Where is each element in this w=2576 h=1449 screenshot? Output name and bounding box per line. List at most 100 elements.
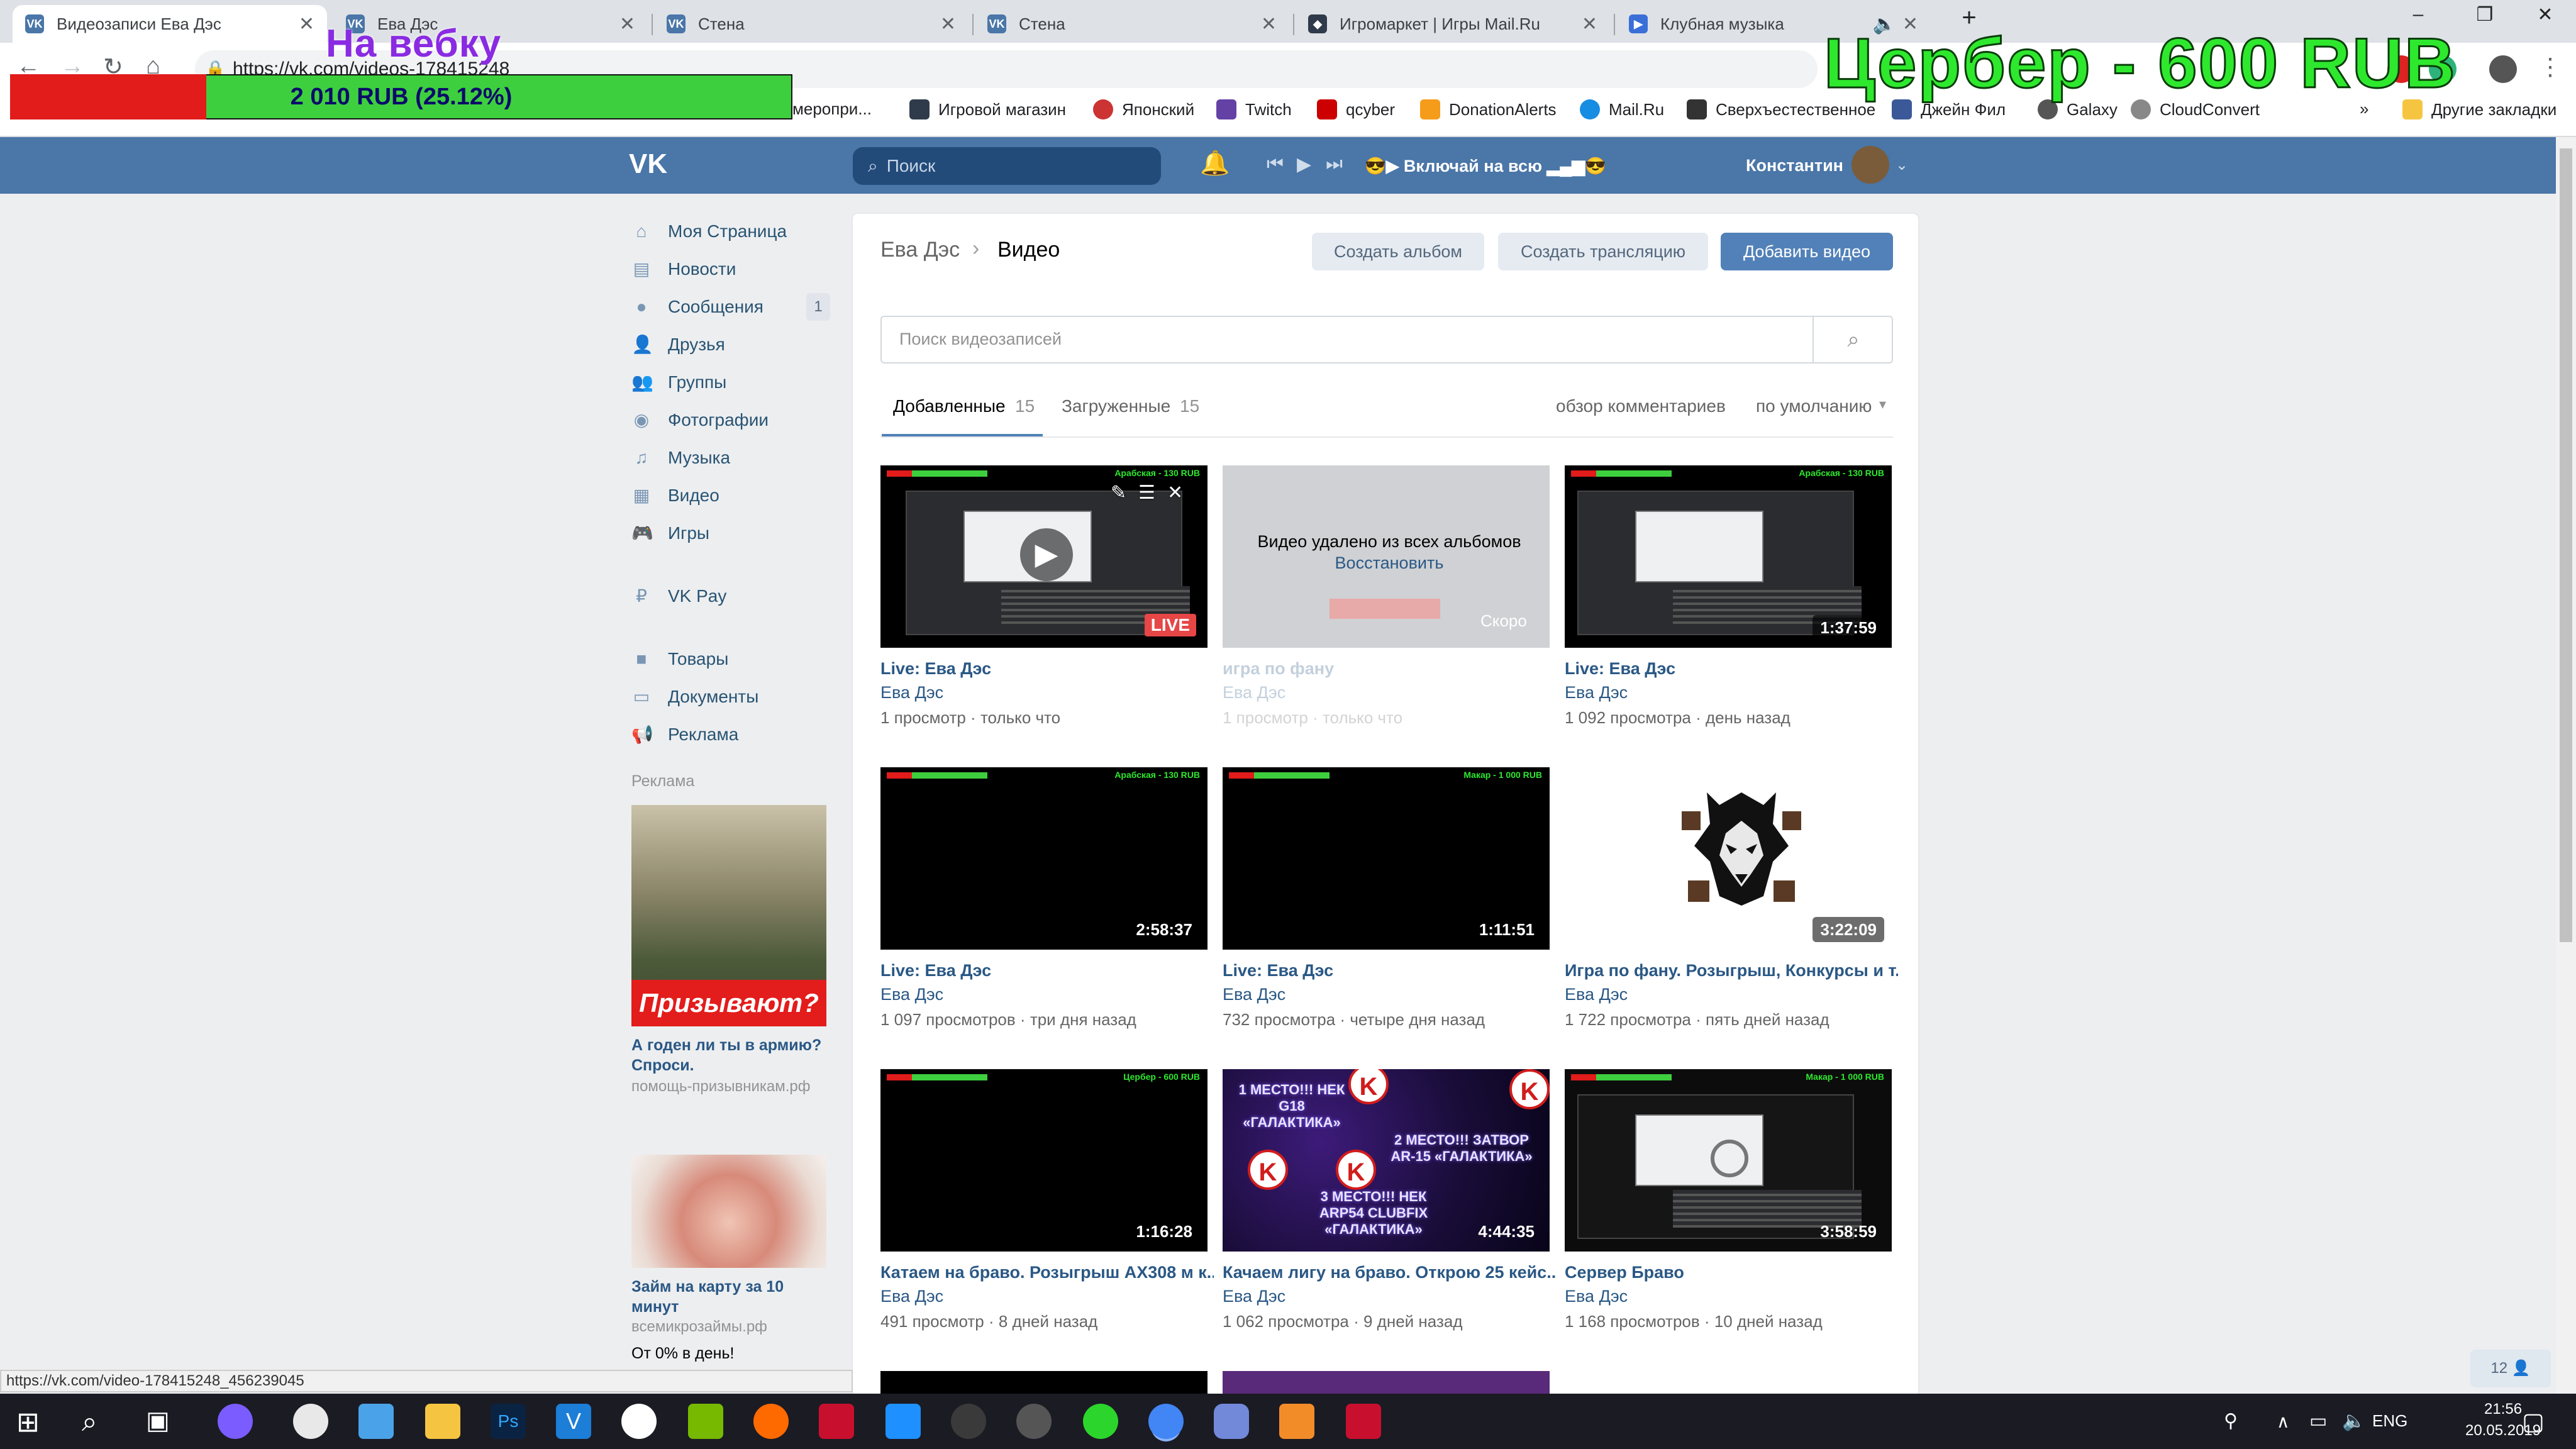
close-tab-icon[interactable]: ✕ (1261, 13, 1277, 35)
browser-tab[interactable]: VK Стена ✕ (654, 5, 969, 43)
close-tab-icon[interactable]: ✕ (1582, 13, 1597, 35)
photoshop-icon[interactable]: Ps (491, 1404, 526, 1439)
video-title[interactable]: Live: Ева Дэс (880, 961, 1214, 980)
avatar[interactable] (1852, 146, 1889, 184)
create-album-button[interactable]: Создать альбом (1312, 233, 1484, 270)
video-thumbnail[interactable]: Арабская - 130 RUB ▶ ✎ ☰ ✕ LIVE (880, 465, 1208, 648)
sort-dropdown[interactable]: по умолчанию (1756, 396, 1872, 416)
close-tab-icon[interactable]: ✕ (940, 13, 956, 35)
video-thumbnail[interactable]: Макар - 1 000 RUB 3:58:59 (1565, 1069, 1892, 1252)
close-icon[interactable]: ✕ (1167, 482, 1183, 504)
video-author[interactable]: Ева Дэс (880, 683, 943, 702)
nav-news[interactable]: ▤ Новости (631, 259, 736, 279)
nav-music[interactable]: ♫ Музыка (631, 448, 731, 468)
nav-vkpay[interactable]: ₽ VK Pay (631, 586, 726, 606)
video-author[interactable]: Ева Дэс (1223, 985, 1285, 1004)
bookmark-item[interactable]: Twitch (1216, 99, 1292, 119)
cortana-icon[interactable] (218, 1404, 253, 1439)
video-thumbnail[interactable]: 3:22:09 (1565, 767, 1892, 950)
video-author[interactable]: Ева Дэс (880, 1287, 943, 1306)
bookmark-item[interactable]: Японский (1093, 99, 1194, 119)
edit-icon[interactable]: ✎ (1111, 482, 1126, 504)
stats-app-icon[interactable] (1346, 1404, 1381, 1439)
itunes-icon[interactable] (293, 1404, 328, 1439)
tab-added[interactable]: Добавленные (893, 396, 1006, 416)
breadcrumb-owner[interactable]: Ева Дэс (880, 238, 960, 262)
browser-tab[interactable]: ◆ Игромаркет | Игры Mail.Ru ✕ (1296, 5, 1610, 43)
video-title[interactable]: Сервер Браво (1565, 1263, 1898, 1282)
user-name[interactable]: Константин (1746, 156, 1843, 175)
task-view-icon[interactable]: ▣ (146, 1406, 170, 1435)
nav-groups[interactable]: 👥 Группы (631, 372, 726, 392)
vegas-icon[interactable]: V (556, 1404, 591, 1439)
bookmark-item[interactable]: qcyber (1317, 99, 1395, 119)
video-title[interactable]: Катаем на браво. Розыгрыш АХ308 м к... (880, 1263, 1214, 1282)
ad-title[interactable]: А годен ли ты в армию? Спроси. (631, 1035, 833, 1075)
search-icon[interactable]: ⌕ (1813, 316, 1893, 364)
ad-banner-text[interactable]: Призывают? (631, 980, 826, 1026)
discord-icon[interactable] (1214, 1404, 1249, 1439)
add-video-button[interactable]: Добавить видео (1721, 233, 1893, 270)
chevron-down-icon[interactable]: ▾ (1879, 396, 1886, 413)
close-tab-icon[interactable]: ✕ (299, 13, 314, 35)
ad-title[interactable]: Займ на карту за 10 минут (631, 1277, 833, 1317)
play-icon[interactable]: ▶ (1297, 153, 1311, 175)
now-playing-text[interactable]: 😎▶ Включай на всю ▂▄▆😎 (1365, 156, 1606, 176)
game-launcher-icon[interactable] (819, 1404, 854, 1439)
language-indicator[interactable]: ENG (2372, 1411, 2407, 1431)
folder-icon[interactable] (425, 1404, 460, 1439)
video-thumbnail[interactable]: Цербер - 600 RUB 1:16:28 (880, 1069, 1208, 1252)
nav-messages[interactable]: ● Сообщения (631, 297, 763, 317)
clock-app-icon[interactable] (621, 1404, 657, 1439)
people-icon[interactable]: ⚲ (2224, 1410, 2238, 1432)
bookmark-item[interactable]: Mail.Ru (1580, 99, 1664, 119)
video-author[interactable]: Ева Дэс (1565, 683, 1628, 702)
video-title[interactable]: Игра по фану. Розыгрыш, Конкурсы и т... (1565, 961, 1898, 980)
nav-photos[interactable]: ◉ Фотографии (631, 410, 769, 430)
video-title[interactable]: Live: Ева Дэс (1223, 961, 1556, 980)
bookmark-item[interactable]: меропри... (792, 99, 872, 119)
video-title[interactable]: Live: Ева Дэс (1565, 659, 1898, 679)
search-icon[interactable]: ⌕ (82, 1406, 97, 1438)
explorer-icon[interactable] (358, 1404, 394, 1439)
volume-icon[interactable]: 🔈 (2342, 1410, 2365, 1432)
windows-start-icon[interactable]: ⊞ (16, 1406, 40, 1438)
ad-image-money[interactable] (631, 1155, 826, 1268)
origin-icon[interactable] (753, 1404, 789, 1439)
nvidia-icon[interactable] (688, 1404, 723, 1439)
steam-tool-icon[interactable] (886, 1404, 921, 1439)
nav-goods[interactable]: ■ Товары (631, 649, 729, 669)
vk-search-input[interactable]: ⌕ Поиск (853, 147, 1161, 185)
close-tab-icon[interactable]: ✕ (619, 13, 635, 35)
restore-link[interactable]: Восстановить (1223, 553, 1556, 573)
video-title[interactable]: Качаем лигу на браво. Открою 25 кейс... (1223, 1263, 1556, 1282)
chrome-icon[interactable] (1148, 1404, 1184, 1439)
video-title[interactable]: Live: Ева Дэс (880, 659, 1214, 679)
ad-source[interactable]: помощь-призывникам.рф (631, 1077, 833, 1097)
bookmark-item[interactable]: DonationAlerts (1420, 99, 1557, 119)
nav-video[interactable]: ▦ Видео (631, 486, 719, 506)
next-track-icon[interactable]: ⏭ (1326, 153, 1343, 175)
create-stream-button[interactable]: Создать трансляцию (1498, 233, 1708, 270)
nav-ads[interactable]: 📢 Реклама (631, 724, 738, 745)
bookmark-item[interactable]: Игровой магазин (909, 99, 1066, 119)
video-thumbnail-partial[interactable] (880, 1371, 1208, 1394)
video-thumbnail[interactable]: Арабская - 130 RUB 2:58:37 (880, 767, 1208, 950)
list-icon[interactable]: ☰ (1138, 482, 1155, 504)
nav-friends[interactable]: 👤 Друзья (631, 335, 725, 355)
teamspeak-icon[interactable] (951, 1404, 986, 1439)
ad-source[interactable]: всемикрозаймы.рф (631, 1318, 833, 1336)
video-thumbnail-partial[interactable] (1223, 1371, 1550, 1394)
video-thumbnail[interactable]: Арабская - 130 RUB 1:37:59 (1565, 465, 1892, 648)
vk-logo[interactable]: VK (629, 148, 675, 182)
obs-icon[interactable] (1016, 1404, 1052, 1439)
close-window-button[interactable]: ✕ (2511, 4, 2576, 26)
online-counter[interactable]: 12 👤 (2470, 1350, 2551, 1387)
browser-tab[interactable]: VK Стена ✕ (975, 5, 1289, 43)
network-icon[interactable]: ▭ (2309, 1410, 2327, 1432)
bell-icon[interactable]: 🔔 (1200, 150, 1230, 177)
notifications-icon[interactable]: ▢ (2522, 1407, 2545, 1436)
minimize-button[interactable]: – (2384, 4, 2453, 25)
video-thumbnail[interactable]: Макар - 1 000 RUB 1:11:51 (1223, 767, 1550, 950)
comments-overview-link[interactable]: обзор комментариев (1556, 396, 1726, 416)
